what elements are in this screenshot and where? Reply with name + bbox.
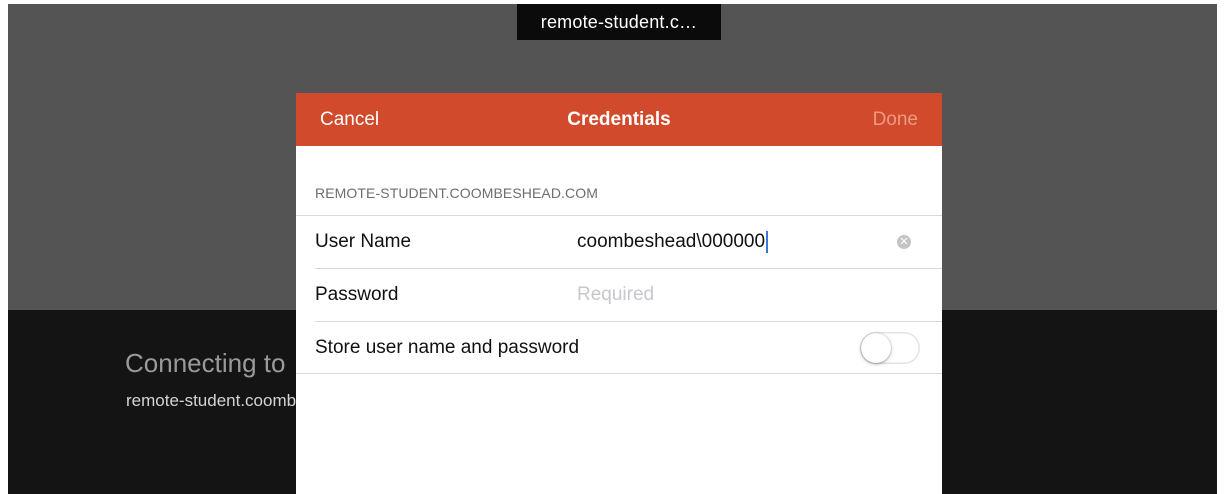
divider [296,373,942,374]
connecting-title: Connecting to [125,348,286,378]
username-field[interactable]: coombeshead\000000 [577,216,769,268]
done-button[interactable]: Done [873,93,918,146]
section-header: REMOTE-STUDENT.COOMBESHEAD.COM [315,185,599,201]
dialog-title: Credentials [567,109,671,130]
store-credentials-toggle[interactable] [860,332,920,364]
cancel-button[interactable]: Cancel [320,93,379,146]
username-label: User Name [315,231,412,252]
credentials-dialog: Credentials Cancel Done REMOTE-STUDENT.C… [296,93,942,494]
password-field[interactable]: Required [577,269,654,321]
text-caret [766,230,769,253]
host-label: remote-student.c… [517,4,721,40]
toggle-knob [861,333,891,363]
password-label: Password [315,284,399,305]
store-credentials-label: Store user name and password [315,337,580,358]
username-row[interactable]: User Name coombeshead\000000 ✕ [296,216,942,268]
clear-icon[interactable]: ✕ [897,235,911,249]
remote-desktop-screen: remote-student.c… Connecting to remote-s… [8,4,1217,494]
password-row[interactable]: Password Required [296,269,942,321]
store-credentials-row: Store user name and password [296,322,942,374]
username-value: coombeshead\000000 [577,231,766,252]
dialog-header: Credentials Cancel Done [296,93,942,146]
